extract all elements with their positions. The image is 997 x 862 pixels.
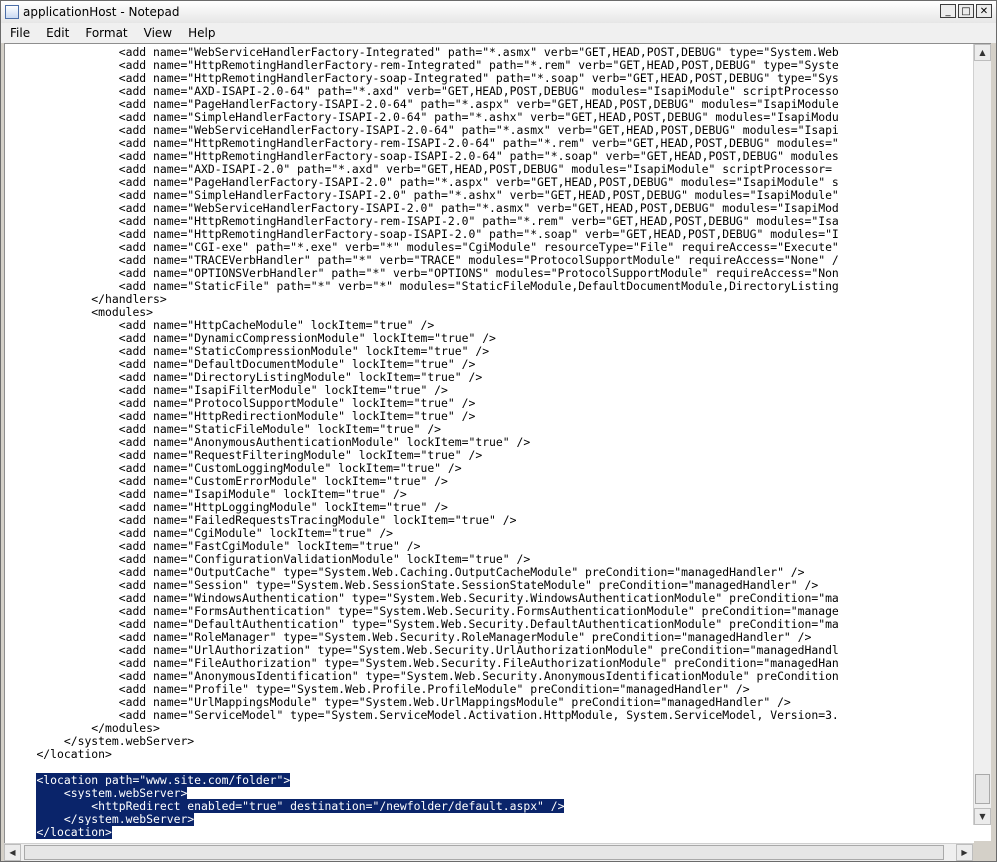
line-text: <add name="FileAuthorization" type="Syst…: [36, 656, 839, 670]
line-text: <add name="HttpRedirectionModule" lockIt…: [36, 409, 476, 423]
scroll-down-arrow-icon[interactable]: ▼: [974, 808, 991, 825]
text-line: </handlers>: [9, 293, 977, 306]
line-text: </modules>: [36, 721, 160, 735]
line-text: <add name="TRACEVerbHandler" path="*" ve…: [36, 253, 839, 267]
line-text: </handlers>: [36, 292, 167, 306]
line-text: <add name="HttpRemotingHandlerFactory-so…: [36, 71, 839, 85]
selected-text: </system.webServer>: [36, 812, 195, 826]
line-text: <add name="StaticCompressionModule" lock…: [36, 344, 490, 358]
line-text: <modules>: [36, 305, 154, 319]
horizontal-scrollbar[interactable]: ◀ ▶: [4, 843, 973, 861]
line-text: <add name="StaticFileModule" lockItem="t…: [36, 422, 442, 436]
selected-text: <system.webServer>: [36, 786, 188, 800]
line-text: </location>: [36, 747, 112, 761]
window-controls: _ □ ✕: [940, 4, 992, 18]
maximize-button[interactable]: □: [958, 4, 974, 18]
menu-help[interactable]: Help: [179, 26, 222, 40]
selected-text: <location path="www.site.com/folder">: [36, 773, 291, 787]
text-line: </system.webServer>: [9, 812, 977, 826]
line-text: <add name="CustomLoggingModule" lockItem…: [36, 461, 462, 475]
line-text: <add name="AXD-ISAPI-2.0-64" path="*.axd…: [36, 84, 839, 98]
scroll-left-arrow-icon[interactable]: ◀: [4, 844, 21, 861]
line-text: <add name="CGI-exe" path="*.exe" verb="*…: [36, 240, 839, 254]
window-title: applicationHost - Notepad: [23, 5, 180, 19]
line-text: <add name="Profile" type="System.Web.Pro…: [36, 682, 750, 696]
line-text: <add name="OutputCache" type="System.Web…: [36, 565, 805, 579]
text-editor[interactable]: <add name="WebServiceHandlerFactory-Inte…: [4, 43, 991, 843]
scroll-right-arrow-icon[interactable]: ▶: [956, 844, 973, 861]
menu-bar: File Edit Format View Help: [1, 23, 996, 43]
horizontal-scroll-thumb[interactable]: [24, 845, 944, 860]
line-text: <add name="SimpleHandlerFactory-ISAPI-2.…: [36, 188, 839, 202]
line-text: <add name="DefaultAuthentication" type="…: [36, 617, 839, 631]
line-text: <add name="HttpRemotingHandlerFactory-so…: [36, 149, 839, 163]
line-text: <add name="DirectoryListingModule" lockI…: [36, 370, 483, 384]
title-bar[interactable]: applicationHost - Notepad _ □ ✕: [1, 1, 996, 23]
minimize-button[interactable]: _: [940, 4, 956, 18]
line-text: <add name="HttpCacheModule" lockItem="tr…: [36, 318, 435, 332]
line-text: <add name="RequestFilteringModule" lockI…: [36, 448, 483, 462]
line-text: </system.webServer>: [36, 734, 195, 748]
line-text: <add name="UrlMappingsModule" type="Syst…: [36, 695, 791, 709]
line-text: <add name="UrlAuthorization" type="Syste…: [36, 643, 839, 657]
menu-edit[interactable]: Edit: [37, 26, 76, 40]
line-text: <add name="DynamicCompressionModule" loc…: [36, 331, 496, 345]
line-text: <add name="FastCgiModule" lockItem="true…: [36, 539, 421, 553]
line-text: <add name="WebServiceHandlerFactory-ISAP…: [36, 123, 839, 137]
line-text: <add name="AXD-ISAPI-2.0" path="*.axd" v…: [36, 162, 832, 176]
line-text: <add name="HttpRemotingHandlerFactory-re…: [36, 58, 839, 72]
selected-text: </location>: [36, 825, 112, 839]
menu-file[interactable]: File: [1, 26, 37, 40]
text-content[interactable]: <add name="WebServiceHandlerFactory-Inte…: [9, 46, 977, 842]
line-text: <add name="HttpRemotingHandlerFactory-so…: [36, 227, 839, 241]
line-text: <add name="FailedRequestsTracingModule" …: [36, 513, 517, 527]
notepad-window: applicationHost - Notepad _ □ ✕ File Edi…: [0, 0, 997, 862]
line-text: <add name="IsapiFilterModule" lockItem="…: [36, 383, 448, 397]
line-text: <add name="ConfigurationValidationModule…: [36, 552, 531, 566]
menu-view[interactable]: View: [135, 26, 179, 40]
line-text: <add name="CustomErrorModule" lockItem="…: [36, 474, 448, 488]
line-text: <add name="ServiceModel" type="System.Se…: [36, 708, 839, 722]
line-text: <add name="HttpRemotingHandlerFactory-re…: [36, 136, 839, 150]
close-button[interactable]: ✕: [976, 4, 992, 18]
text-line: </system.webServer>: [9, 735, 977, 748]
line-text: <add name="PageHandlerFactory-ISAPI-2.0"…: [36, 175, 839, 189]
selected-text: <httpRedirect enabled="true" destination…: [36, 799, 565, 813]
line-text: <add name="Session" type="System.Web.Ses…: [36, 578, 819, 592]
vertical-scrollbar[interactable]: ▲ ▼: [973, 44, 991, 825]
vertical-scroll-thumb[interactable]: [975, 774, 990, 804]
line-text: <add name="HttpRemotingHandlerFactory-re…: [36, 214, 839, 228]
line-text: <add name="IsapiModule" lockItem="true" …: [36, 487, 407, 501]
line-text: <add name="CgiModule" lockItem="true" />: [36, 526, 394, 540]
notepad-icon: [5, 5, 19, 19]
line-text: <add name="SimpleHandlerFactory-ISAPI-2.…: [36, 110, 839, 124]
line-text: <add name="WebServiceHandlerFactory-ISAP…: [36, 201, 839, 215]
scroll-up-arrow-icon[interactable]: ▲: [974, 44, 991, 61]
line-text: <add name="WindowsAuthentication" type="…: [36, 591, 839, 605]
text-line: </location>: [9, 825, 977, 839]
line-text: <add name="RoleManager" type="System.Web…: [36, 630, 812, 644]
line-text: <add name="AnonymousAuthenticationModule…: [36, 435, 531, 449]
menu-format[interactable]: Format: [76, 26, 134, 40]
line-text: <add name="StaticFile" path="*" verb="*"…: [36, 279, 839, 293]
line-text: <add name="OPTIONSVerbHandler" path="*" …: [36, 266, 839, 280]
line-text: <add name="AnonymousIdentification" type…: [36, 669, 839, 683]
line-text: <add name="FormsAuthentication" type="Sy…: [36, 604, 839, 618]
text-line: </location>: [9, 748, 977, 761]
line-text: <add name="ProtocolSupportModule" lockIt…: [36, 396, 476, 410]
line-text: <add name="PageHandlerFactory-ISAPI-2.0-…: [36, 97, 839, 111]
line-text: <add name="HttpLoggingModule" lockItem="…: [36, 500, 448, 514]
resize-grip[interactable]: [974, 841, 994, 859]
line-text: <add name="DefaultDocumentModule" lockIt…: [36, 357, 476, 371]
